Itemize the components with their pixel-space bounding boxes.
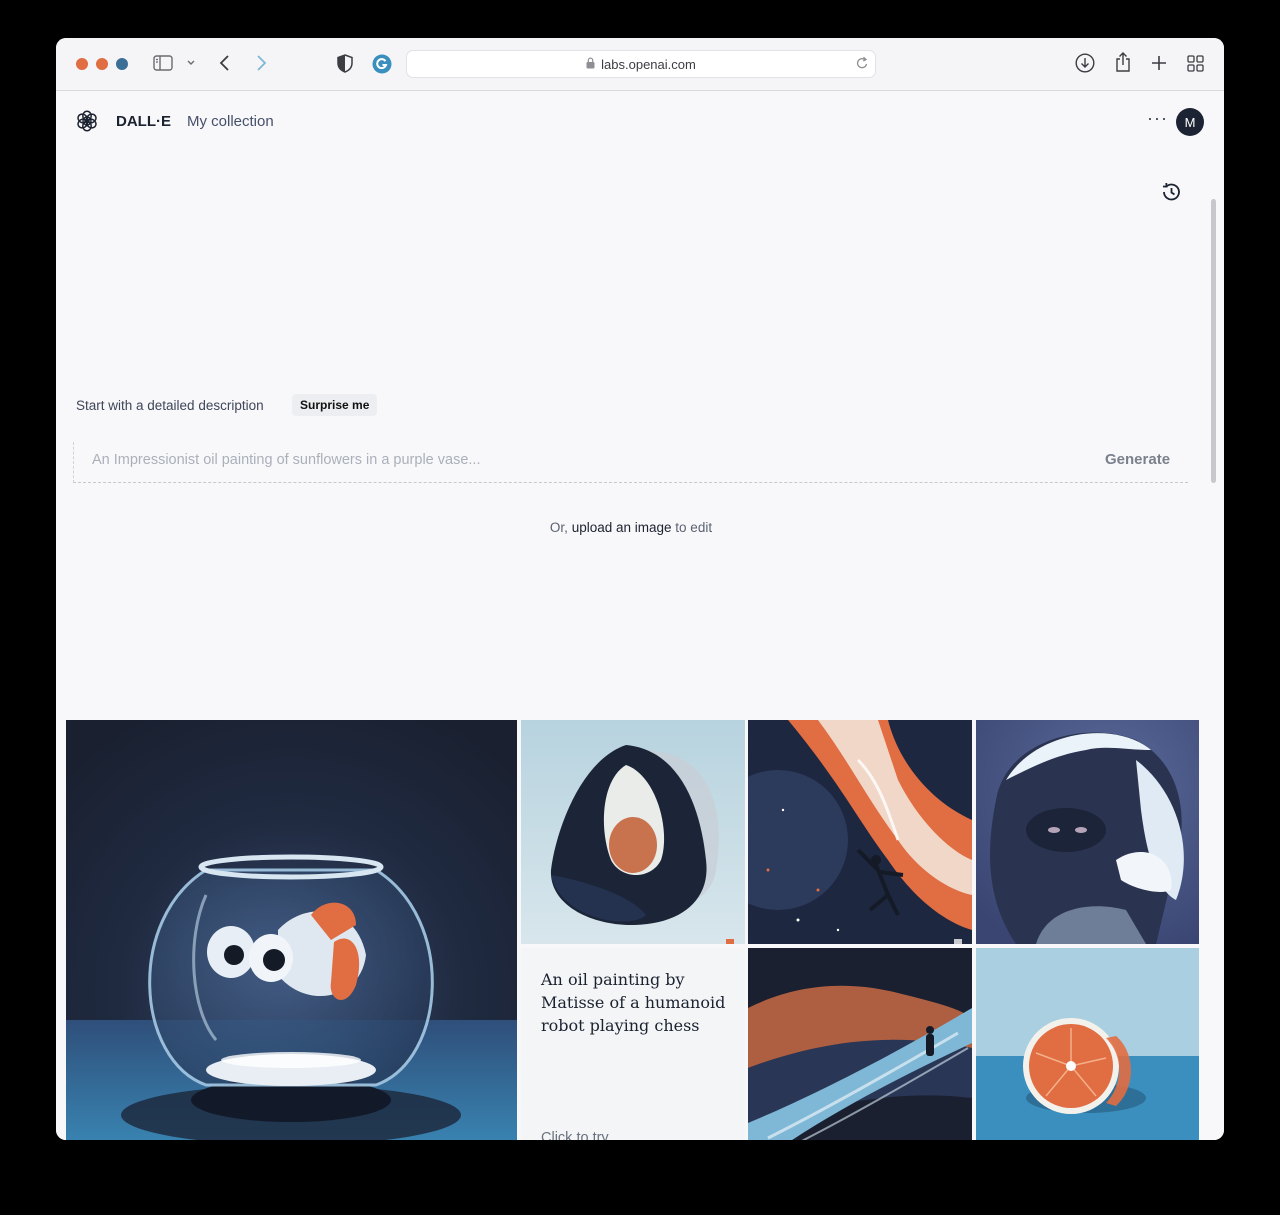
openai-logo-icon[interactable]	[76, 110, 98, 137]
reload-icon[interactable]	[856, 56, 869, 73]
yeti-portrait-image[interactable]	[976, 720, 1199, 944]
chevron-left-icon[interactable]	[218, 54, 232, 72]
shield-icon[interactable]	[337, 54, 353, 73]
my-collection-link[interactable]: My collection	[187, 113, 274, 130]
avocado-chair-image[interactable]	[521, 720, 745, 944]
chevron-down-icon[interactable]	[186, 59, 196, 66]
download-icon[interactable]	[1075, 53, 1095, 73]
fishbowl-image[interactable]	[66, 720, 517, 1140]
browser-toolbar: labs.openai.com	[56, 38, 1224, 91]
avatar[interactable]: M	[1176, 108, 1204, 136]
prompt-card[interactable]: An oil painting by Matisse of a humanoid…	[521, 948, 745, 1140]
click-to-try-link[interactable]: Click to try	[541, 1130, 609, 1140]
scrollbar[interactable]	[1211, 199, 1216, 483]
desert-dunes-image[interactable]	[748, 948, 972, 1140]
more-options-button[interactable]: ···	[1147, 108, 1168, 129]
page-content: DALL·E My collection ··· M Start with a …	[56, 91, 1224, 1140]
zoom-window-button[interactable]	[116, 58, 128, 70]
grammarly-icon[interactable]	[372, 54, 392, 74]
minimize-window-button[interactable]	[96, 58, 108, 70]
close-window-button[interactable]	[76, 58, 88, 70]
url-text: labs.openai.com	[601, 56, 696, 72]
upload-prefix: Or,	[549, 520, 568, 535]
orange-half-image[interactable]	[976, 948, 1199, 1140]
grid-icon[interactable]	[1187, 55, 1204, 72]
chevron-right-icon[interactable]	[254, 54, 268, 72]
browser-window: labs.openai.com DALL·E My collection ···	[56, 38, 1224, 1140]
lock-icon	[586, 57, 595, 72]
upload-suffix: to edit	[675, 520, 713, 535]
generate-button[interactable]: Generate	[1105, 451, 1170, 468]
prompt-card-text: An oil painting by Matisse of a humanoid…	[541, 970, 726, 1035]
plus-icon[interactable]	[1151, 55, 1167, 71]
surprise-me-button[interactable]: Surprise me	[292, 394, 378, 416]
url-bar[interactable]: labs.openai.com	[406, 50, 876, 78]
prompt-box: Generate	[73, 442, 1188, 483]
upload-line: Or, upload an image to edit	[56, 520, 1206, 535]
space-dancer-image[interactable]	[748, 720, 972, 944]
sidebar-toggle-icon[interactable]	[153, 55, 173, 71]
brand-name[interactable]: DALL·E	[116, 113, 171, 130]
app-header: DALL·E My collection ··· M	[56, 91, 1224, 153]
upload-image-link[interactable]: upload an image	[572, 520, 672, 535]
prompt-label: Start with a detailed description	[76, 398, 264, 413]
prompt-input[interactable]	[90, 448, 1054, 472]
share-icon[interactable]	[1114, 51, 1132, 73]
history-icon[interactable]	[1160, 181, 1182, 208]
